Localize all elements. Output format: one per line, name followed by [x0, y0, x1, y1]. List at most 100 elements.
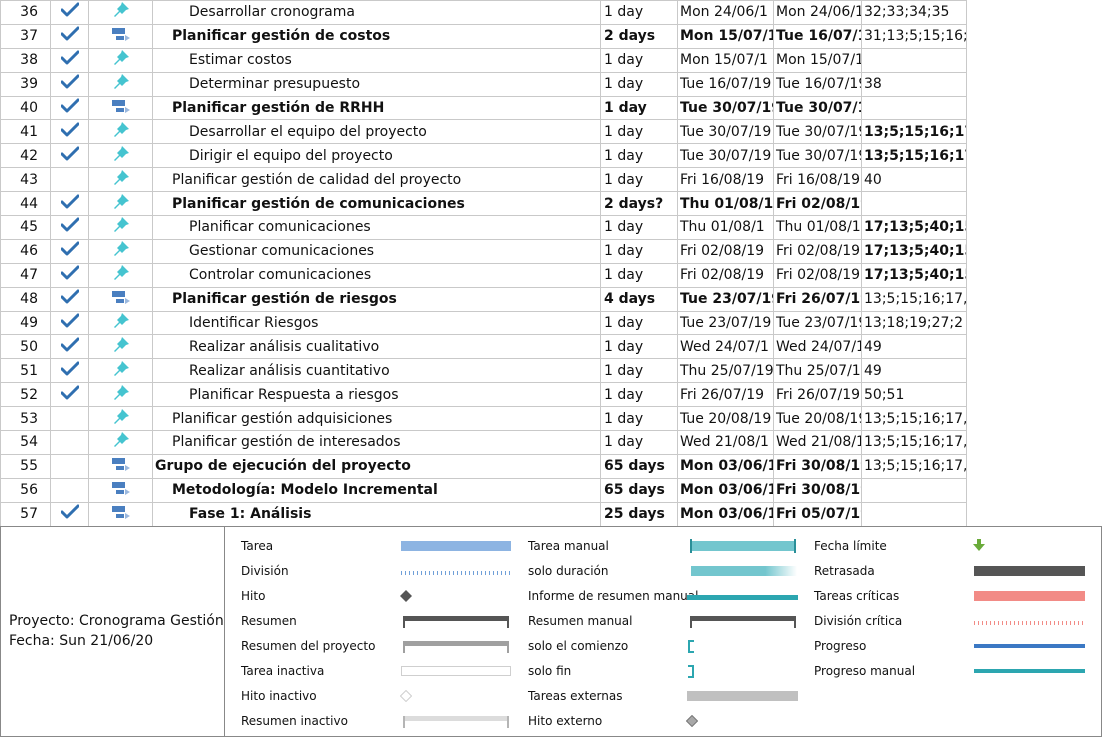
duration-cell[interactable]: 1 day [600, 95, 678, 121]
finish-cell[interactable]: Fri 16/08/19 [773, 167, 862, 193]
table-row[interactable]: 56 Metodología: Modelo Incremental 65 days… [0, 477, 967, 503]
task-id-cell[interactable]: 54 [0, 430, 51, 455]
done-indicator-cell[interactable] [50, 95, 89, 121]
done-indicator-cell[interactable] [50, 358, 89, 384]
predecessors-cell[interactable]: 17;13;5;40;15, [861, 262, 967, 288]
done-indicator-cell[interactable] [50, 382, 89, 408]
task-name-cell[interactable]: Planificar gestión adquisiciones [152, 406, 601, 432]
table-row[interactable]: 36 Desarrollar cronograma 1 day Mon 24/06/1… [0, 0, 967, 25]
finish-cell[interactable]: Tue 30/07/19 [773, 143, 862, 169]
duration-cell[interactable]: 1 day [600, 406, 678, 432]
start-cell[interactable]: Tue 23/07/19 [677, 310, 774, 336]
finish-cell[interactable]: Tue 30/07/19 [773, 95, 862, 121]
duration-cell[interactable]: 2 days? [600, 191, 678, 217]
start-cell[interactable]: Mon 03/06/1 [677, 477, 774, 503]
predecessors-cell[interactable]: 32;33;34;35 [861, 0, 967, 25]
task-mode-cell[interactable] [88, 47, 153, 73]
task-name-cell[interactable]: Planificar gestión de RRHH [152, 95, 601, 121]
duration-cell[interactable]: 1 day [600, 358, 678, 384]
task-mode-cell[interactable] [88, 430, 153, 455]
task-mode-cell[interactable] [88, 286, 153, 312]
table-row[interactable]: 49 Identificar Riesgos 1 day Tue 23/07/19 Tu… [0, 310, 967, 336]
task-name-cell[interactable]: Controlar comunicaciones [152, 262, 601, 288]
duration-cell[interactable]: 1 day [600, 71, 678, 97]
task-id-cell[interactable]: 55 [0, 453, 51, 479]
start-cell[interactable]: Mon 03/06/1 [677, 453, 774, 479]
task-mode-cell[interactable] [88, 71, 153, 97]
start-cell[interactable]: Fri 02/08/19 [677, 262, 774, 288]
done-indicator-cell[interactable] [50, 334, 89, 360]
task-id-cell[interactable]: 36 [0, 0, 51, 25]
duration-cell[interactable]: 1 day [600, 167, 678, 193]
duration-cell[interactable]: 1 day [600, 238, 678, 264]
task-mode-cell[interactable] [88, 191, 153, 217]
task-mode-cell[interactable] [88, 382, 153, 408]
done-indicator-cell[interactable] [50, 430, 89, 455]
task-id-cell[interactable]: 46 [0, 238, 51, 264]
task-name-cell[interactable]: Metodología: Modelo Incremental [152, 477, 601, 503]
task-name-cell[interactable]: Fase 1: Análisis [152, 501, 601, 527]
table-row[interactable]: 38 Estimar costos 1 day Mon 15/07/1 Mon 15/0… [0, 47, 967, 73]
table-row[interactable]: 48 Planificar gestión de riesgos 4 days Tue… [0, 286, 967, 312]
table-row[interactable]: 51 Realizar análisis cuantitativo 1 day Thu… [0, 358, 967, 384]
done-indicator-cell[interactable] [50, 71, 89, 97]
table-row[interactable]: 45 Planificar comunicaciones 1 day Thu 01/0… [0, 215, 967, 240]
duration-cell[interactable]: 1 day [600, 262, 678, 288]
start-cell[interactable]: Tue 30/07/19 [677, 95, 774, 121]
task-id-cell[interactable]: 53 [0, 406, 51, 432]
predecessors-cell[interactable]: 49 [861, 334, 967, 360]
duration-cell[interactable]: 65 days [600, 453, 678, 479]
task-mode-cell[interactable] [88, 95, 153, 121]
task-mode-cell[interactable] [88, 0, 153, 25]
predecessors-cell[interactable] [861, 47, 967, 73]
task-name-cell[interactable]: Planificar gestión de interesados [152, 430, 601, 455]
predecessors-cell[interactable]: 13;5;15;16;17, [861, 286, 967, 312]
task-mode-cell[interactable] [88, 262, 153, 288]
done-indicator-cell[interactable] [50, 143, 89, 169]
task-mode-cell[interactable] [88, 238, 153, 264]
task-mode-cell[interactable] [88, 215, 153, 240]
task-id-cell[interactable]: 37 [0, 23, 51, 49]
task-name-cell[interactable]: Estimar costos [152, 47, 601, 73]
task-mode-cell[interactable] [88, 167, 153, 193]
finish-cell[interactable]: Thu 25/07/19 [773, 358, 862, 384]
duration-cell[interactable]: 1 day [600, 430, 678, 455]
finish-cell[interactable]: Tue 16/07/19 [773, 23, 862, 49]
done-indicator-cell[interactable] [50, 286, 89, 312]
predecessors-cell[interactable]: 13;5;15;16;17, [861, 453, 967, 479]
task-id-cell[interactable]: 52 [0, 382, 51, 408]
predecessors-cell[interactable]: 13;18;19;27;2 [861, 310, 967, 336]
table-row[interactable]: 43 Planificar gestión de calidad del proy… [0, 167, 967, 193]
done-indicator-cell[interactable] [50, 167, 89, 193]
duration-cell[interactable]: 25 days [600, 501, 678, 527]
done-indicator-cell[interactable] [50, 477, 89, 503]
task-mode-cell[interactable] [88, 406, 153, 432]
start-cell[interactable]: Fri 16/08/19 [677, 167, 774, 193]
table-row[interactable]: 52 Planificar Respuesta a riesgos 1 day Fri… [0, 382, 967, 408]
table-row[interactable]: 40 Planificar gestión de RRHH 1 day Tue 30/… [0, 95, 967, 121]
finish-cell[interactable]: Wed 24/07/1 [773, 334, 862, 360]
task-mode-cell[interactable] [88, 453, 153, 479]
duration-cell[interactable]: 1 day [600, 119, 678, 145]
duration-cell[interactable]: 65 days [600, 477, 678, 503]
task-id-cell[interactable]: 51 [0, 358, 51, 384]
finish-cell[interactable]: Tue 20/08/19 [773, 406, 862, 432]
start-cell[interactable]: Mon 03/06/1 [677, 501, 774, 527]
start-cell[interactable]: Tue 23/07/19 [677, 286, 774, 312]
start-cell[interactable]: Wed 21/08/1 [677, 430, 774, 455]
predecessors-cell[interactable] [861, 501, 967, 527]
task-name-cell[interactable]: Planificar gestión de costos [152, 23, 601, 49]
table-row[interactable]: 42 Dirigir el equipo del proyecto 1 day Tue… [0, 143, 967, 169]
finish-cell[interactable]: Tue 23/07/19 [773, 310, 862, 336]
table-row[interactable]: 39 Determinar presupuesto 1 day Tue 16/07/1… [0, 71, 967, 97]
duration-cell[interactable]: 2 days [600, 23, 678, 49]
finish-cell[interactable]: Tue 30/07/19 [773, 119, 862, 145]
done-indicator-cell[interactable] [50, 501, 89, 527]
duration-cell[interactable]: 1 day [600, 215, 678, 240]
predecessors-cell[interactable]: 13;5;15;16;17, [861, 406, 967, 432]
table-row[interactable]: 55 Grupo de ejecución del proyecto 65 days… [0, 453, 967, 479]
task-mode-cell[interactable] [88, 334, 153, 360]
start-cell[interactable]: Wed 24/07/1 [677, 334, 774, 360]
table-row[interactable]: 53 Planificar gestión adquisiciones 1 day T… [0, 406, 967, 432]
finish-cell[interactable]: Tue 16/07/19 [773, 71, 862, 97]
